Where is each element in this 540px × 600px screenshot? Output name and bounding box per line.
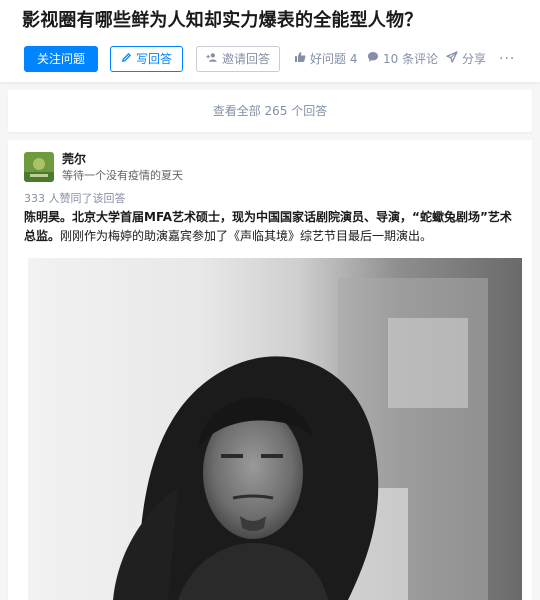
invite-answer-button[interactable]: 邀请回答 bbox=[196, 46, 280, 72]
author-bio: 等待一个没有疫情的夏天 bbox=[62, 169, 183, 182]
write-answer-label: 写回答 bbox=[135, 52, 172, 66]
answer-photo[interactable] bbox=[28, 258, 522, 600]
share-label: 分享 bbox=[462, 52, 487, 66]
good-question-button[interactable]: 好问题 4 bbox=[294, 46, 357, 72]
more-button[interactable]: ··· bbox=[499, 46, 515, 72]
answer-card: 莞尔 等待一个没有疫情的夏天 333 人赞同了该回答 陈明昊。北京大学首届MFA… bbox=[8, 140, 532, 600]
invite-answer-label: 邀请回答 bbox=[221, 52, 270, 66]
good-question-label: 好问题 4 bbox=[310, 52, 358, 66]
question-header: 影视圈有哪些鲜为人知却实力爆表的全能型人物？ 关注问题 写回答 邀请回答 好问题… bbox=[0, 0, 540, 82]
speech-bubble-icon bbox=[367, 46, 379, 72]
avatar[interactable] bbox=[24, 152, 54, 182]
author-name[interactable]: 莞尔 bbox=[62, 150, 86, 167]
add-user-icon bbox=[206, 47, 218, 71]
thumbs-up-icon bbox=[294, 46, 306, 72]
share-button[interactable]: 分享 bbox=[446, 46, 486, 72]
write-answer-button[interactable]: 写回答 bbox=[110, 46, 183, 72]
answer-plain-text: 刚刚作为梅婷的助演嘉宾参加了《声临其境》综艺节目最后一期演出。 bbox=[60, 229, 433, 243]
comments-button[interactable]: 10 条评论 bbox=[367, 46, 438, 72]
question-title[interactable]: 影视圈有哪些鲜为人知却实力爆表的全能型人物？ bbox=[22, 6, 422, 32]
comments-label: 10 条评论 bbox=[383, 52, 439, 66]
pencil-icon bbox=[121, 47, 132, 71]
view-all-answers-link[interactable]: 查看全部 265 个回答 bbox=[8, 90, 532, 132]
paper-plane-icon bbox=[446, 46, 458, 72]
follow-question-button[interactable]: 关注问题 bbox=[24, 46, 98, 72]
answer-content: 陈明昊。北京大学首届MFA艺术硕士，现为中国国家话剧院演员、导演，“蛇蠍兔剧场”… bbox=[24, 208, 520, 246]
vote-count: 333 人赞同了该回答 bbox=[24, 192, 126, 205]
